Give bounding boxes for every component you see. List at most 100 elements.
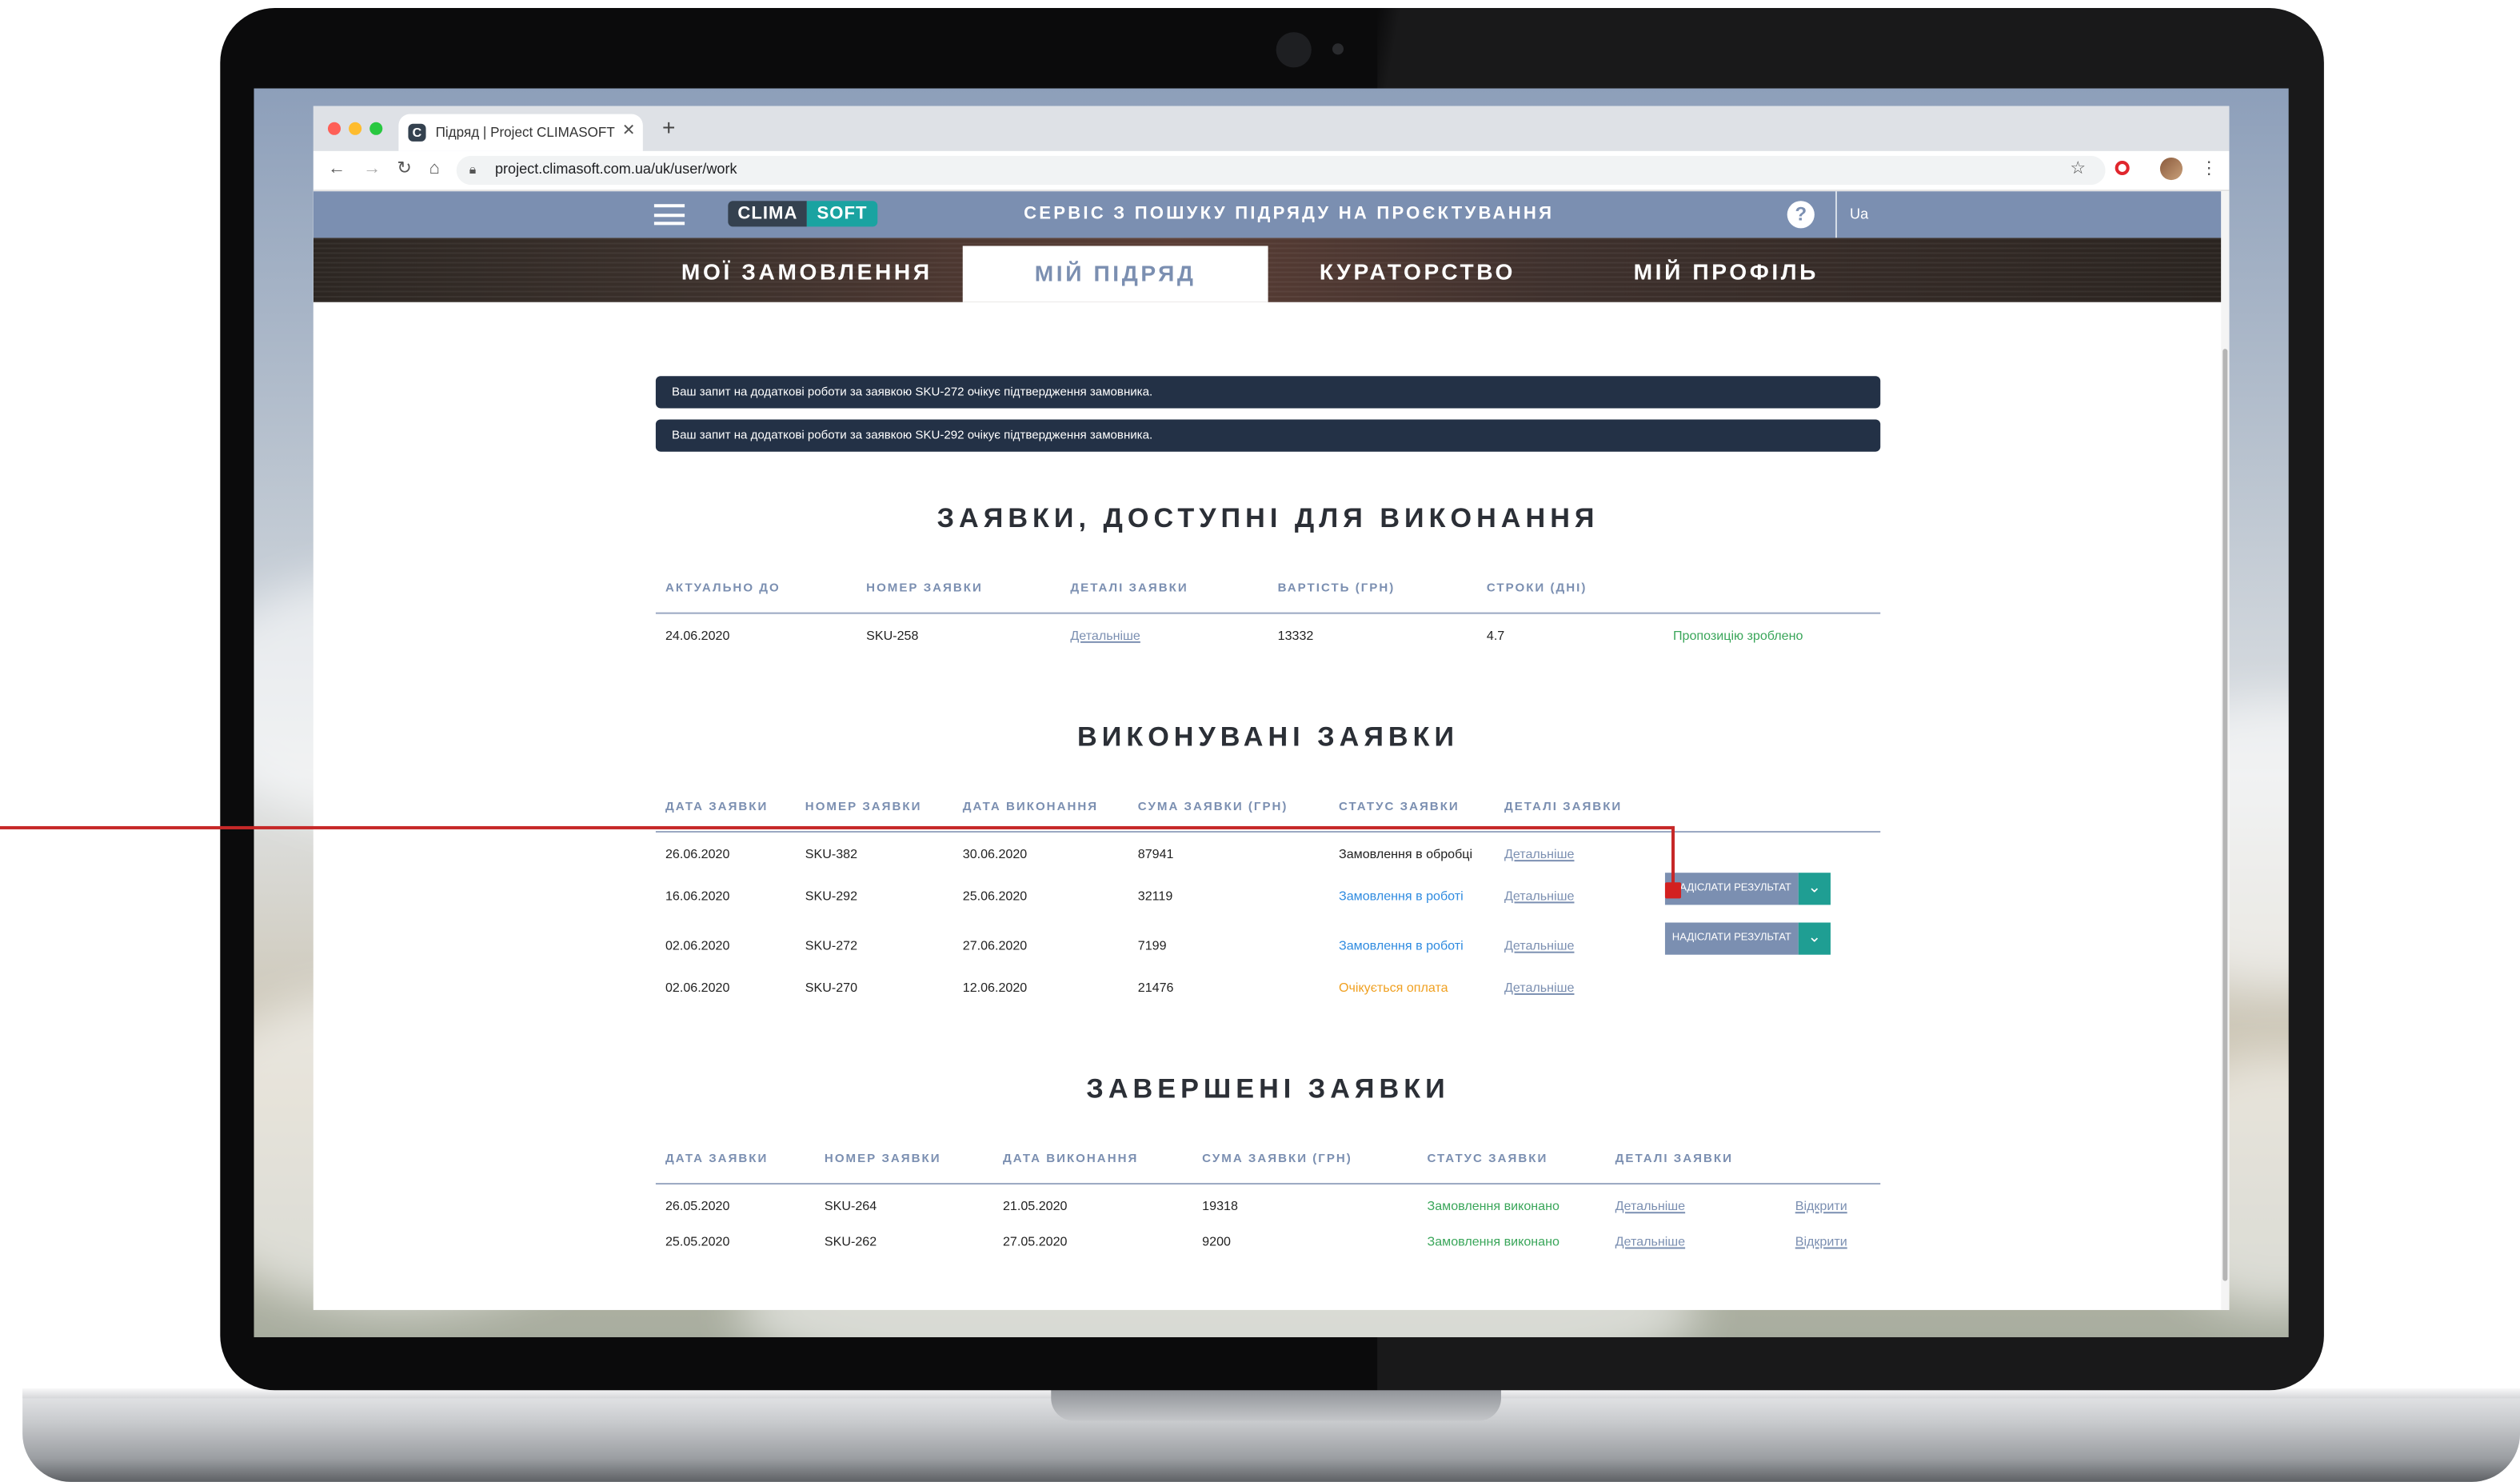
cell-sum: 32119 — [1137, 889, 1173, 904]
cell-due: 27.05.2020 — [1002, 1234, 1068, 1249]
reload-icon[interactable]: ↻ — [397, 158, 412, 180]
chevron-down-icon[interactable]: ⌄ — [1798, 922, 1831, 955]
cell-number: SKU-258 — [866, 628, 919, 643]
column-header: ДАТА ВИКОНАННЯ — [1002, 1150, 1139, 1165]
browser-window: C Підряд | Project CLIMASOFT ✕ + ← → ↻ ⌂… — [313, 106, 2230, 1310]
table-divider — [655, 1183, 1881, 1185]
browser-menu-icon[interactable]: ⋮ — [2200, 158, 2218, 178]
tab-strip: C Підряд | Project CLIMASOFT ✕ + — [313, 106, 2230, 151]
cell-due: 12.06.2020 — [962, 980, 1028, 995]
scrollbar[interactable] — [2221, 191, 2230, 1310]
extension-icon[interactable] — [2115, 160, 2130, 176]
column-header: АКТУАЛЬНО ДО — [665, 580, 781, 595]
new-tab-icon[interactable]: + — [662, 116, 675, 138]
send-result-button[interactable]: НАДІСЛАТИ РЕЗУЛЬТАТ ⌄ — [1664, 873, 1831, 905]
cell-number: SKU-292 — [805, 889, 858, 904]
details-link[interactable]: Детальніше — [1070, 629, 1140, 643]
notice-banner: Ваш запит на додаткові роботи за заявкою… — [655, 419, 1881, 452]
cell-date: 02.06.2020 — [665, 938, 730, 953]
profile-avatar[interactable] — [2159, 157, 2183, 181]
annotation-marker — [1664, 882, 1682, 899]
status-badge: Замовлення виконано — [1427, 1199, 1560, 1214]
send-result-label[interactable]: НАДІСЛАТИ РЕЗУЛЬТАТ — [1664, 873, 1799, 905]
camera-sensor — [1332, 43, 1344, 55]
status-badge: Замовлення в роботі — [1338, 938, 1464, 953]
main-nav: МОЇ ЗАМОВЛЕННЯ МІЙ ПІДРЯД КУРАТОРСТВО МІ… — [313, 238, 2222, 302]
details-link[interactable]: Детальніше — [1504, 847, 1574, 861]
open-link[interactable]: Відкрити — [1795, 1234, 1847, 1248]
section-title-completed: ЗАВЕРШЕНІ ЗАЯВКИ — [1086, 1073, 1450, 1105]
close-window-icon[interactable] — [327, 122, 341, 135]
column-header: ВАРТІСТЬ (ГРН) — [1277, 580, 1396, 595]
cell-date: 25.05.2020 — [665, 1234, 730, 1249]
cell-number: SKU-262 — [824, 1234, 877, 1249]
scrollbar-thumb[interactable] — [2222, 349, 2228, 1281]
cell-due: 21.05.2020 — [1002, 1199, 1068, 1214]
cell-number: SKU-270 — [805, 980, 858, 995]
column-header: СУМА ЗАЯВКИ (ГРН) — [1202, 1150, 1352, 1165]
back-icon[interactable]: ← — [328, 158, 345, 180]
cell-date: 02.06.2020 — [665, 980, 730, 995]
logo[interactable]: CLIMA SOFT — [728, 201, 877, 227]
tab-my-profile[interactable]: МІЙ ПРОФІЛЬ — [1573, 238, 1879, 302]
tab-close-icon[interactable]: ✕ — [622, 122, 636, 140]
cell-sum: 87941 — [1137, 847, 1174, 862]
favicon-icon: C — [408, 123, 426, 142]
annotation-line — [0, 825, 1675, 829]
maximize-window-icon[interactable] — [369, 122, 383, 135]
browser-toolbar: ← → ↻ ⌂ 🔒︎ project.climasoft.com.ua/uk/u… — [313, 150, 2230, 192]
logo-right: SOFT — [807, 201, 877, 227]
home-icon[interactable]: ⌂ — [429, 158, 440, 180]
column-header: НОМЕР ЗАЯВКИ — [866, 580, 983, 595]
column-header: СТАТУС ЗАЯВКИ — [1338, 798, 1460, 813]
details-link[interactable]: Детальніше — [1504, 939, 1574, 953]
forward-icon[interactable]: → — [363, 158, 381, 180]
section-title-in-progress: ВИКОНУВАНІ ЗАЯВКИ — [1077, 721, 1460, 753]
service-title: СЕРВІС З ПОШУКУ ПІДРЯДУ НА ПРОЄКТУВАННЯ — [1024, 204, 1555, 224]
lock-icon: 🔒︎ — [469, 162, 477, 178]
status-badge: Замовлення в обробці — [1338, 847, 1473, 862]
column-header: ДЕТАЛІ ЗАЯВКИ — [1070, 580, 1188, 595]
language-switcher[interactable]: Ua — [1850, 206, 1868, 222]
details-link[interactable]: Детальніше — [1504, 981, 1574, 995]
tab-curatorship[interactable]: КУРАТОРСТВО — [1265, 238, 1571, 302]
table-divider — [655, 830, 1881, 833]
divider — [1835, 191, 1837, 238]
column-header: НОМЕР ЗАЯВКИ — [824, 1150, 941, 1165]
cell-number: SKU-272 — [805, 938, 858, 953]
cell-date: 26.05.2020 — [665, 1199, 730, 1214]
column-header: СТРОКИ (ДНІ) — [1486, 580, 1587, 595]
tab-my-orders[interactable]: МОЇ ЗАМОВЛЕННЯ — [654, 238, 960, 302]
column-header: НОМЕР ЗАЯВКИ — [805, 798, 922, 813]
laptop-screen: C Підряд | Project CLIMASOFT ✕ + ← → ↻ ⌂… — [254, 88, 2289, 1337]
send-result-label[interactable]: НАДІСЛАТИ РЕЗУЛЬТАТ — [1664, 922, 1799, 955]
column-header: ДЕТАЛІ ЗАЯВКИ — [1615, 1150, 1733, 1165]
menu-icon[interactable] — [653, 204, 685, 226]
open-link[interactable]: Відкрити — [1795, 1199, 1847, 1213]
bookmark-star-icon[interactable]: ☆ — [2070, 158, 2086, 178]
browser-tab[interactable]: C Підряд | Project CLIMASOFT ✕ — [398, 114, 643, 151]
cell-price: 13332 — [1277, 628, 1314, 643]
laptop-notch — [1051, 1388, 1501, 1421]
cell-due: 27.06.2020 — [962, 938, 1028, 953]
cell-date: 26.06.2020 — [665, 847, 730, 862]
chevron-down-icon[interactable]: ⌄ — [1798, 873, 1831, 905]
tab-my-contract[interactable]: МІЙ ПІДРЯД — [962, 246, 1268, 302]
camera-icon — [1276, 32, 1312, 68]
logo-left: CLIMA — [728, 201, 808, 227]
cell-sum: 19318 — [1202, 1199, 1238, 1214]
details-link[interactable]: Детальніше — [1504, 889, 1574, 903]
minimize-window-icon[interactable] — [349, 122, 362, 135]
details-link[interactable]: Детальніше — [1615, 1234, 1685, 1248]
column-header: ДАТА ЗАЯВКИ — [665, 1150, 769, 1165]
page-viewport: CLIMA SOFT СЕРВІС З ПОШУКУ ПІДРЯДУ НА ПР… — [313, 191, 2230, 1310]
address-bar[interactable]: 🔒︎ project.climasoft.com.ua/uk/user/work — [456, 155, 2106, 186]
url-text: project.climasoft.com.ua/uk/user/work — [494, 160, 737, 178]
cell-due: 30.06.2020 — [962, 847, 1028, 862]
details-link[interactable]: Детальніше — [1615, 1199, 1685, 1213]
send-result-button[interactable]: НАДІСЛАТИ РЕЗУЛЬТАТ ⌄ — [1664, 922, 1831, 955]
status-badge: Замовлення в роботі — [1338, 889, 1464, 904]
cell-until: 24.06.2020 — [665, 628, 730, 643]
tab-title: Підряд | Project CLIMASOFT — [435, 123, 615, 140]
help-icon[interactable]: ? — [1787, 201, 1815, 229]
